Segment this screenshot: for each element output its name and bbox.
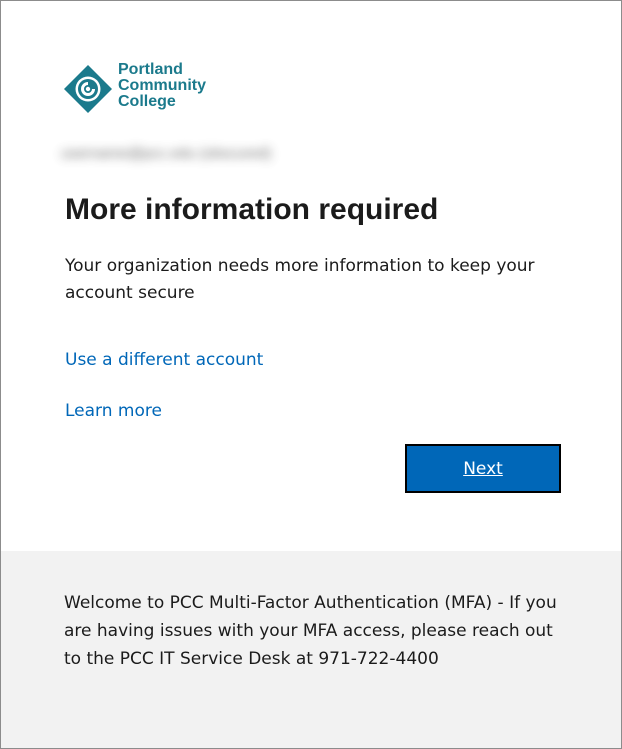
footer-message: Welcome to PCC Multi-Factor Authenticati… (64, 593, 557, 669)
pcc-logo: Portland Community College (64, 61, 234, 117)
wordmark-line-3: College (118, 93, 176, 110)
pcc-logo-icon (64, 65, 112, 113)
footer-banner: Welcome to PCC Multi-Factor Authenticati… (1, 551, 621, 748)
use-different-account-link[interactable]: Use a different account (65, 348, 263, 372)
account-email: username@pcc.edu (obscured) (61, 145, 272, 162)
next-button[interactable]: Next (405, 444, 561, 493)
learn-more-link[interactable]: Learn more (65, 399, 162, 423)
wordmark-line-2: Community (118, 77, 206, 94)
description-text: Your organization needs more information… (65, 256, 535, 303)
wordmark-line-1: Portland (118, 61, 183, 78)
pcc-wordmark: Portland Community College (118, 62, 206, 110)
page-title: More information required (65, 193, 439, 226)
sign-in-card: Portland Community College username@pcc.… (0, 0, 622, 749)
